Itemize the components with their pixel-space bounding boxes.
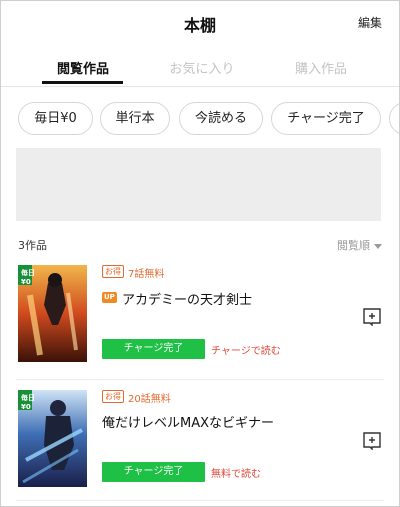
free-episodes-label: 7話無料: [128, 269, 165, 280]
read-with-charge-link[interactable]: チャージで読む: [211, 342, 281, 357]
charge-complete-button[interactable]: チャージ完了: [102, 339, 205, 359]
triangle-down-icon: [374, 243, 382, 249]
filter-chip-partial[interactable]: [389, 102, 400, 135]
filter-chip-charged[interactable]: チャージ完了: [271, 102, 381, 135]
work-title[interactable]: アカデミーの天才剣士: [122, 289, 252, 308]
edit-button[interactable]: 編集: [358, 14, 382, 31]
up-badge: UP: [102, 292, 117, 303]
filter-chips: 毎日¥0 単行本 今読める チャージ完了: [0, 102, 400, 136]
filter-chip-volumes[interactable]: 単行本: [100, 102, 170, 135]
bookmark-plus-icon[interactable]: [362, 430, 382, 450]
filter-chip-daily-free[interactable]: 毎日¥0: [18, 102, 93, 135]
otoku-badge: お得: [102, 390, 124, 403]
bookmark-plus-icon[interactable]: [362, 306, 382, 326]
work-count: 3作品: [18, 239, 47, 252]
free-episodes-label: 20話無料: [128, 394, 171, 405]
divider: [0, 86, 400, 87]
active-tab-indicator: [42, 81, 123, 84]
sort-dropdown[interactable]: 閲覧順: [337, 237, 382, 253]
tab-favorites[interactable]: お気に入り: [142, 58, 262, 77]
divider: [16, 500, 384, 501]
tab-viewed[interactable]: 閲覧作品: [23, 58, 143, 77]
list-item: 毎日 ¥0 お得 7話無料 UP アカデミーの天才剣士 チャージ完了 チャージで読…: [0, 265, 400, 375]
cover-daily-free-tag: 毎日 ¥0: [21, 269, 35, 286]
filter-chip-readable-now[interactable]: 今読める: [179, 102, 263, 135]
tab-purchased[interactable]: 購入作品: [261, 58, 381, 77]
header: 本棚 編集: [0, 0, 400, 44]
sort-label: 閲覧順: [337, 239, 370, 252]
divider: [16, 379, 384, 380]
otoku-badge: お得: [102, 265, 124, 278]
page-title: 本棚: [183, 16, 216, 35]
cover-daily-free-tag: 毎日 ¥0: [21, 394, 35, 411]
cover-image[interactable]: 毎日 ¥0: [18, 390, 87, 487]
list-item: 毎日 ¥0 お得 20話無料 俺だけレベルMAXなビギナー チャージ完了 無料で読…: [0, 390, 400, 500]
cover-image[interactable]: 毎日 ¥0: [18, 265, 87, 362]
charge-complete-button[interactable]: チャージ完了: [102, 462, 205, 482]
work-title[interactable]: 俺だけレベルMAXなビギナー: [102, 412, 274, 431]
read-free-link[interactable]: 無料で読む: [211, 465, 261, 480]
banner-placeholder[interactable]: [16, 148, 381, 221]
